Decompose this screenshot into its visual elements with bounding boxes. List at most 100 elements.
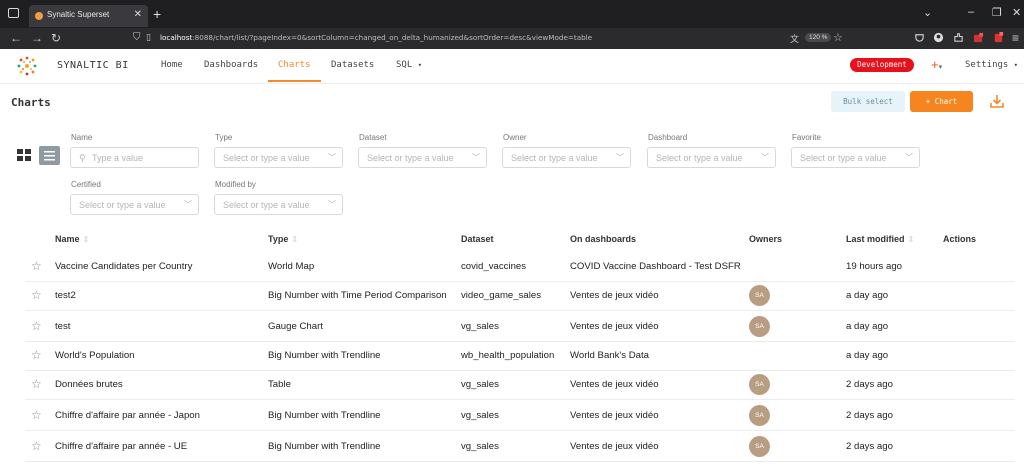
column-header-dashboards: On dashboards — [570, 234, 637, 244]
chart-name-link[interactable]: Données brutes — [55, 379, 123, 390]
close-tab-icon[interactable]: ✕ — [134, 9, 142, 20]
favorite-star-icon[interactable]: ☆ — [31, 319, 42, 333]
type-select[interactable]: Select or type a value ﹀ — [214, 147, 343, 168]
settings-menu[interactable]: Settings ▾ — [965, 60, 1018, 70]
column-header-type[interactable]: Type ⇕ — [268, 234, 298, 244]
pocket-icon[interactable] — [914, 32, 925, 43]
reload-icon[interactable]: ↻ — [51, 31, 61, 45]
translate-icon[interactable]: 文 — [790, 32, 799, 45]
account-icon[interactable] — [933, 32, 944, 43]
filter-label-type: Type — [215, 133, 233, 142]
forward-icon[interactable]: → — [31, 31, 43, 45]
chart-name-link[interactable]: Chiffre d'affaire par année - Japon — [55, 410, 200, 421]
nav-dashboards[interactable]: Dashboards — [204, 60, 258, 70]
dataset-link[interactable]: wb_health_population — [461, 350, 554, 361]
dashboard-link[interactable]: Ventes de jeux vidéo — [570, 290, 659, 301]
chart-name-link[interactable]: Chiffre d'affaire par année - UE — [55, 441, 187, 452]
column-header-name[interactable]: Name ⇕ — [55, 234, 89, 244]
dataset-link[interactable]: vg_sales — [461, 379, 499, 390]
chart-name-link[interactable]: test2 — [55, 290, 76, 301]
add-chart-button[interactable]: + Chart — [910, 91, 973, 112]
modified-by-select[interactable]: Select or type a value ﹀ — [214, 194, 343, 215]
dataset-link[interactable]: vg_sales — [461, 321, 499, 332]
dashboard-link[interactable]: COVID Vaccine Dashboard - Test DSFR — [570, 261, 741, 272]
table-row: ☆ test Gauge Chart vg_sales Ventes de je… — [25, 311, 1015, 342]
dashboard-link[interactable]: Ventes de jeux vidéo — [570, 379, 659, 390]
extension-pdf-icon[interactable] — [993, 32, 1004, 43]
filter-label-name: Name — [71, 133, 93, 142]
chevron-down-icon: ﹀ — [761, 153, 769, 162]
chevron-down-icon: ﹀ — [905, 153, 913, 162]
dataset-link[interactable]: vg_sales — [461, 410, 499, 421]
browser-tab[interactable]: Synaltic Superset ✕ — [29, 5, 148, 27]
back-icon[interactable]: ← — [10, 31, 22, 45]
table-row: ☆ Vaccine Candidates per Country World M… — [25, 251, 1015, 282]
filter-label-favorite: Favorite — [792, 133, 821, 142]
minimize-icon[interactable]: – — [968, 6, 974, 18]
dashboard-link[interactable]: Ventes de jeux vidéo — [570, 321, 659, 332]
new-tab-icon[interactable]: + — [153, 6, 161, 22]
favorite-star-icon[interactable]: ☆ — [31, 439, 42, 453]
dataset-link[interactable]: covid_vaccines — [461, 261, 526, 272]
dataset-select[interactable]: Select or type a value ﹀ — [358, 147, 487, 168]
column-header-dataset: Dataset — [461, 234, 494, 244]
dataset-link[interactable]: video_game_sales — [461, 290, 541, 301]
certified-select[interactable]: Select or type a value ﹀ — [70, 194, 199, 215]
dashboard-link[interactable]: World Bank's Data — [570, 350, 649, 361]
favorite-star-icon[interactable]: ☆ — [31, 408, 42, 422]
close-window-icon[interactable]: ✕ — [1012, 6, 1021, 19]
chart-type: World Map — [268, 261, 315, 272]
dashboard-select[interactable]: Select or type a value ﹀ — [647, 147, 776, 168]
owner-avatar[interactable]: SA — [749, 316, 770, 337]
chevron-down-icon: ﹀ — [328, 153, 336, 162]
name-search-input[interactable]: ⚲ Type a value — [70, 147, 199, 168]
owner-avatar[interactable]: SA — [749, 436, 770, 457]
favorite-star-icon[interactable]: ☆ — [31, 348, 42, 362]
nav-home[interactable]: Home — [161, 60, 183, 70]
url-field[interactable]: localhost:8088/chart/list/?pageIndex=0&s… — [160, 33, 592, 42]
bookmark-star-icon[interactable]: ☆ — [833, 31, 843, 44]
download-icon[interactable] — [989, 93, 1005, 109]
nav-sql[interactable]: SQL ▾ — [396, 60, 422, 70]
chevron-down-icon: ﹀ — [472, 153, 480, 162]
favorite-star-icon[interactable]: ☆ — [31, 259, 42, 273]
synaltic-logo[interactable] — [12, 53, 42, 79]
nav-charts[interactable]: Charts — [278, 60, 311, 70]
extensions-icon[interactable] — [953, 32, 964, 43]
favorite-star-icon[interactable]: ☆ — [31, 377, 42, 391]
last-modified: a day ago — [846, 321, 889, 332]
menu-icon[interactable]: ≡ — [1012, 31, 1019, 45]
favicon-icon — [35, 12, 43, 20]
owner-select[interactable]: Select or type a value ﹀ — [502, 147, 631, 168]
dashboard-link[interactable]: Ventes de jeux vidéo — [570, 410, 659, 421]
dataset-link[interactable]: vg_sales — [461, 441, 499, 452]
owner-avatar[interactable]: SA — [749, 285, 770, 306]
address-bar: ← → ↻ ⛉ ▯ localhost:8088/chart/list/?pag… — [0, 28, 1024, 49]
new-menu-plus-icon[interactable]: +▾ — [931, 57, 942, 72]
last-modified: 19 hours ago — [846, 261, 903, 272]
card-view-icon[interactable] — [17, 149, 31, 161]
shield-icon[interactable]: ⛉ — [133, 32, 141, 43]
list-view-toggle[interactable] — [39, 146, 60, 165]
owner-avatar[interactable]: SA — [749, 405, 770, 426]
chart-name-link[interactable]: World's Population — [55, 350, 135, 361]
tab-list-icon[interactable]: ⌄ — [923, 6, 932, 19]
window-menu-icon[interactable] — [8, 8, 19, 18]
favorite-select[interactable]: Select or type a value ﹀ — [791, 147, 920, 168]
extension-red-icon[interactable] — [973, 32, 984, 43]
nav-datasets[interactable]: Datasets — [331, 60, 374, 70]
chart-type: Big Number with Trendline — [268, 350, 381, 361]
bulk-select-button[interactable]: Bulk select — [831, 91, 905, 112]
owner-avatar[interactable]: SA — [749, 374, 770, 395]
sort-icon: ⇕ — [82, 235, 90, 244]
favorite-star-icon[interactable]: ☆ — [31, 288, 42, 302]
chart-name-link[interactable]: Vaccine Candidates per Country — [55, 261, 192, 272]
last-modified: a day ago — [846, 350, 889, 361]
chevron-down-icon: ﹀ — [616, 153, 624, 162]
chevron-down-icon: ﹀ — [184, 200, 192, 209]
dashboard-link[interactable]: Ventes de jeux vidéo — [570, 441, 659, 452]
zoom-badge[interactable]: 120 % — [805, 33, 832, 42]
chart-name-link[interactable]: test — [55, 321, 70, 332]
maximize-icon[interactable]: ❐ — [992, 6, 1002, 19]
column-header-last-modified[interactable]: Last modified ⇕ — [846, 234, 914, 244]
